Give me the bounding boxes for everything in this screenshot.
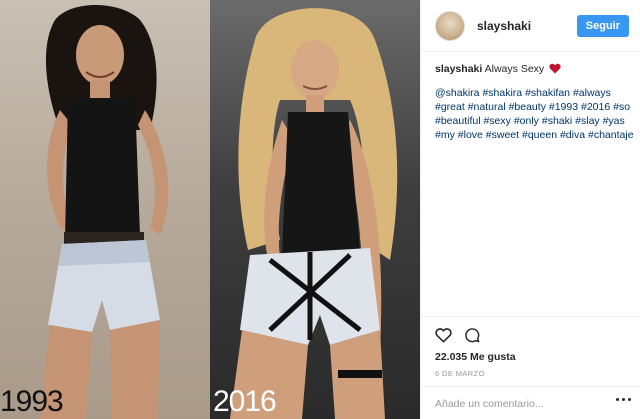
- post-actions: 22.035 Me gusta 6 DE MARZO: [421, 316, 640, 419]
- post-date: 6 DE MARZO: [435, 369, 485, 378]
- hashtag[interactable]: #diva: [560, 129, 585, 141]
- hashtag[interactable]: #shakira: [482, 87, 522, 99]
- hashtag[interactable]: #natural: [468, 101, 506, 113]
- caption: slayshaki Always Sexy: [435, 62, 635, 78]
- hashtag[interactable]: #sweet: [486, 129, 519, 141]
- like-heart-icon[interactable]: [435, 327, 452, 343]
- hashtag[interactable]: #only: [514, 115, 539, 127]
- hashtag[interactable]: #chantaje: [588, 129, 634, 141]
- hashtag[interactable]: #love: [458, 129, 483, 141]
- comment-bubble-icon[interactable]: [464, 327, 480, 343]
- caption-text: Always Sexy: [484, 63, 545, 75]
- hashtag[interactable]: #great: [435, 101, 465, 113]
- hashtag-list: @shakira #shakira #shakifan #always #gre…: [435, 86, 635, 142]
- follow-button[interactable]: Seguir: [576, 15, 629, 37]
- hashtag[interactable]: #2016: [581, 101, 610, 113]
- hashtag[interactable]: #shaki: [542, 115, 572, 127]
- hashtag[interactable]: #always: [573, 87, 611, 99]
- post-image[interactable]: 1993 2016: [0, 0, 420, 419]
- heart-icon: [549, 63, 561, 78]
- hashtag[interactable]: #sexy: [483, 115, 510, 127]
- hashtag[interactable]: #shakifan: [525, 87, 570, 99]
- likes-count[interactable]: 22.035 Me gusta: [435, 351, 516, 363]
- photo-1993-illustration: [40, 5, 169, 419]
- hashtag[interactable]: #beauty: [509, 101, 546, 113]
- photo-1993: 1993: [0, 0, 210, 419]
- hashtag[interactable]: #1993: [549, 101, 578, 113]
- hashtag[interactable]: #yas: [603, 115, 625, 127]
- avatar[interactable]: [435, 10, 465, 41]
- photo-2016-illustration: [230, 8, 398, 419]
- comment-box: [421, 386, 640, 419]
- instagram-post: 1993 2016 slayshaki Seguir slayshaki Alw…: [0, 0, 640, 419]
- photo-2016: 2016: [210, 0, 420, 419]
- hashtag[interactable]: @shakira: [435, 87, 480, 99]
- hashtag[interactable]: #queen: [522, 129, 557, 141]
- hashtag[interactable]: #slay: [575, 115, 600, 127]
- hashtag[interactable]: #my: [435, 129, 455, 141]
- action-icons: [435, 327, 480, 343]
- post-sidebar: slayshaki Seguir slayshaki Always Sexy @…: [420, 0, 640, 419]
- comment-input[interactable]: [435, 395, 605, 413]
- year-label-2016: 2016: [213, 385, 277, 418]
- year-label-1993: 1993: [0, 385, 64, 418]
- header-username[interactable]: slayshaki: [477, 19, 531, 33]
- hashtag[interactable]: #beautiful: [435, 115, 481, 127]
- post-header: slayshaki Seguir: [421, 0, 640, 52]
- more-options-icon[interactable]: [616, 398, 631, 401]
- caption-username[interactable]: slayshaki: [435, 63, 482, 75]
- hashtag[interactable]: #so: [613, 101, 630, 113]
